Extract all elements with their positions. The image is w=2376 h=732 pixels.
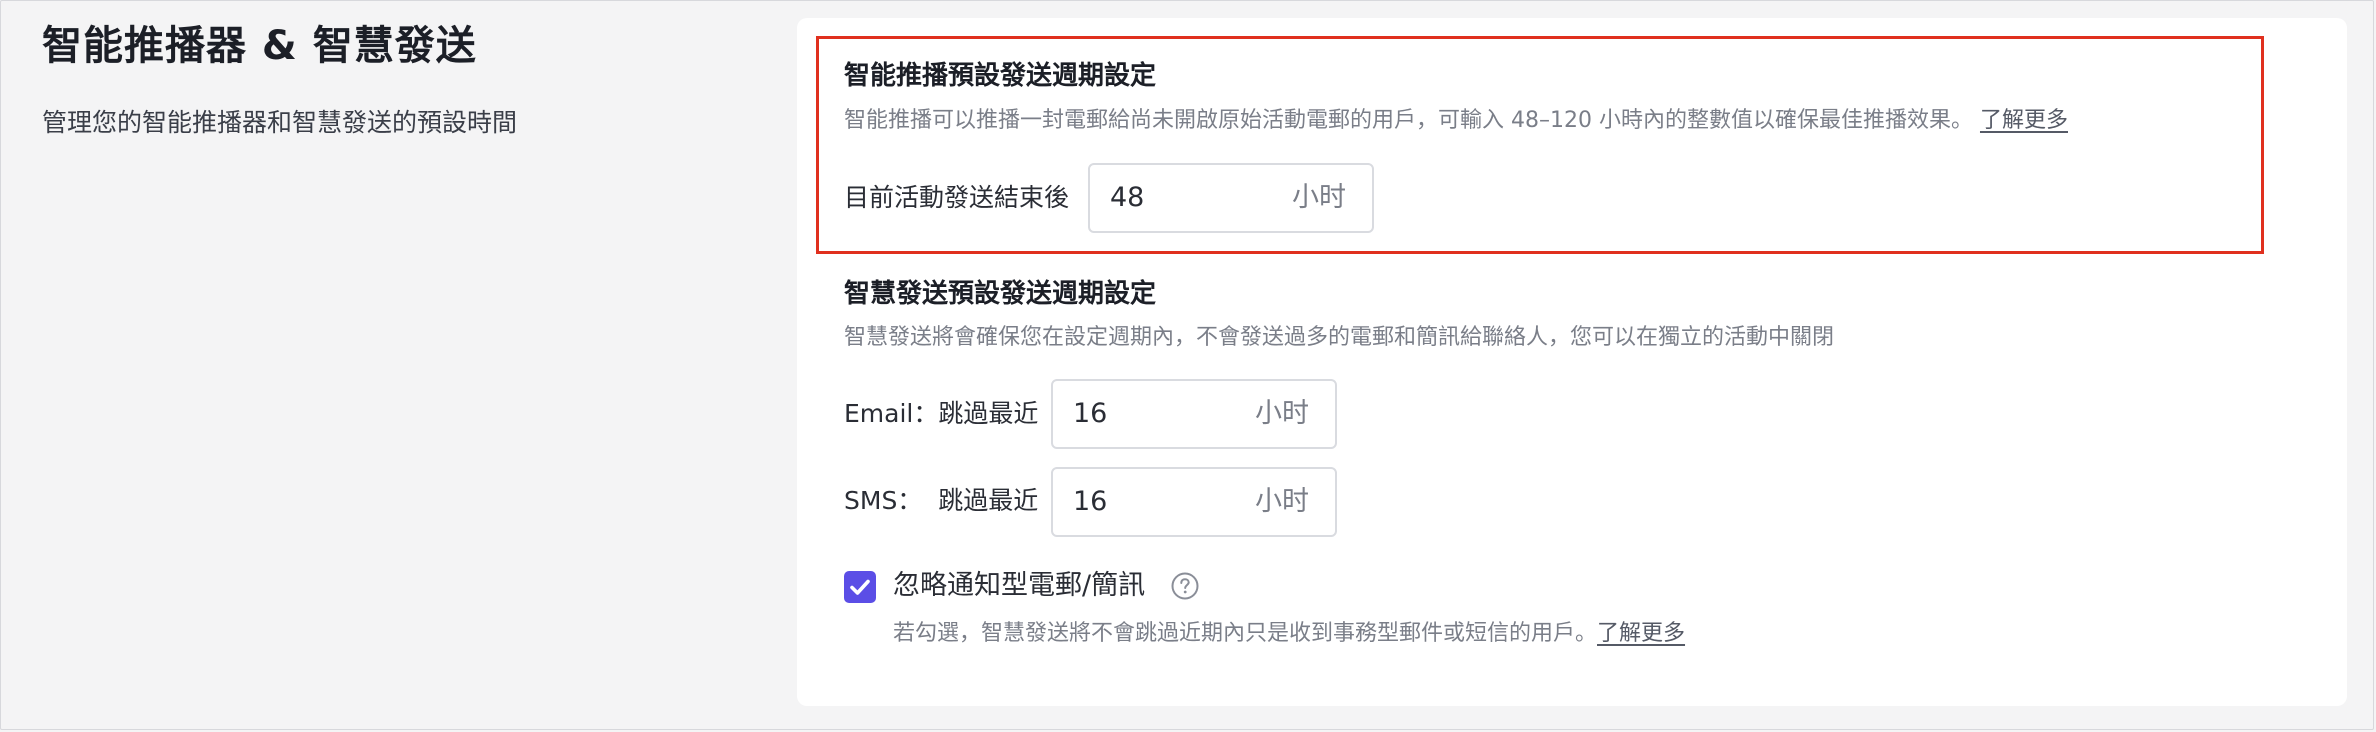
check-icon bbox=[850, 579, 870, 595]
smart-resend-hours-value[interactable]: 48 bbox=[1110, 165, 1144, 231]
page-description: 管理您的智能推播器和智慧發送的預設時間 bbox=[42, 108, 518, 137]
email-hours-unit: 小时 bbox=[1255, 398, 1309, 429]
smart-resend-title: 智能推播預設發送週期設定 bbox=[844, 61, 1157, 91]
smart-sending-description: 智慧發送將會確保您在設定週期內，不會發送過多的電郵和簡訊給聯絡人，您可以在獨立的… bbox=[844, 325, 1835, 350]
smart-resend-hours-input[interactable]: 48 小时 bbox=[1088, 163, 1374, 233]
email-hours-input[interactable]: 16 小时 bbox=[1051, 379, 1337, 449]
sms-hours-value[interactable]: 16 bbox=[1073, 469, 1107, 535]
smart-resend-unit: 小时 bbox=[1292, 182, 1346, 213]
question-circle-icon[interactable] bbox=[1170, 571, 1200, 601]
page-title: 智能推播器 & 智慧發送 bbox=[42, 23, 477, 69]
ignore-learn-more-link[interactable]: 了解更多 bbox=[1597, 621, 1685, 646]
sms-hours-unit: 小时 bbox=[1255, 486, 1309, 517]
smart-resend-description: 智能推播可以推播一封電郵給尚未開啟原始活動電郵的用戶，可輸入 48–120 小時… bbox=[844, 106, 2068, 136]
ignore-transactional-description: 若勾選，智慧發送將不會跳過近期內只是收到事務型郵件或短信的用戶。了解更多 bbox=[893, 619, 1685, 649]
smart-resend-learn-more-link[interactable]: 了解更多 bbox=[1980, 108, 2068, 133]
email-hours-value[interactable]: 16 bbox=[1073, 381, 1107, 447]
smart-sending-title: 智慧發送預設發送週期設定 bbox=[844, 279, 1157, 309]
sms-hours-input[interactable]: 16 小时 bbox=[1051, 467, 1337, 537]
section-header: 智能推播器 & 智慧發送 管理您的智能推播器和智慧發送的預設時間 bbox=[42, 18, 742, 140]
ignore-description-text: 若勾選，智慧發送將不會跳過近期內只是收到事務型郵件或短信的用戶。 bbox=[893, 621, 1598, 646]
ignore-transactional-checkbox[interactable] bbox=[844, 571, 876, 603]
smart-resend-description-text: 智能推播可以推播一封電郵給尚未開啟原始活動電郵的用戶，可輸入 48–120 小時… bbox=[844, 108, 1973, 133]
sms-skip-label: SMS： 跳過最近 bbox=[844, 486, 1039, 515]
ignore-transactional-label[interactable]: 忽略通知型電郵/簡訊 bbox=[893, 567, 1145, 605]
smart-resend-field-label: 目前活動發送結束後 bbox=[844, 183, 1070, 212]
email-skip-label: Email：跳過最近 bbox=[844, 399, 1039, 428]
